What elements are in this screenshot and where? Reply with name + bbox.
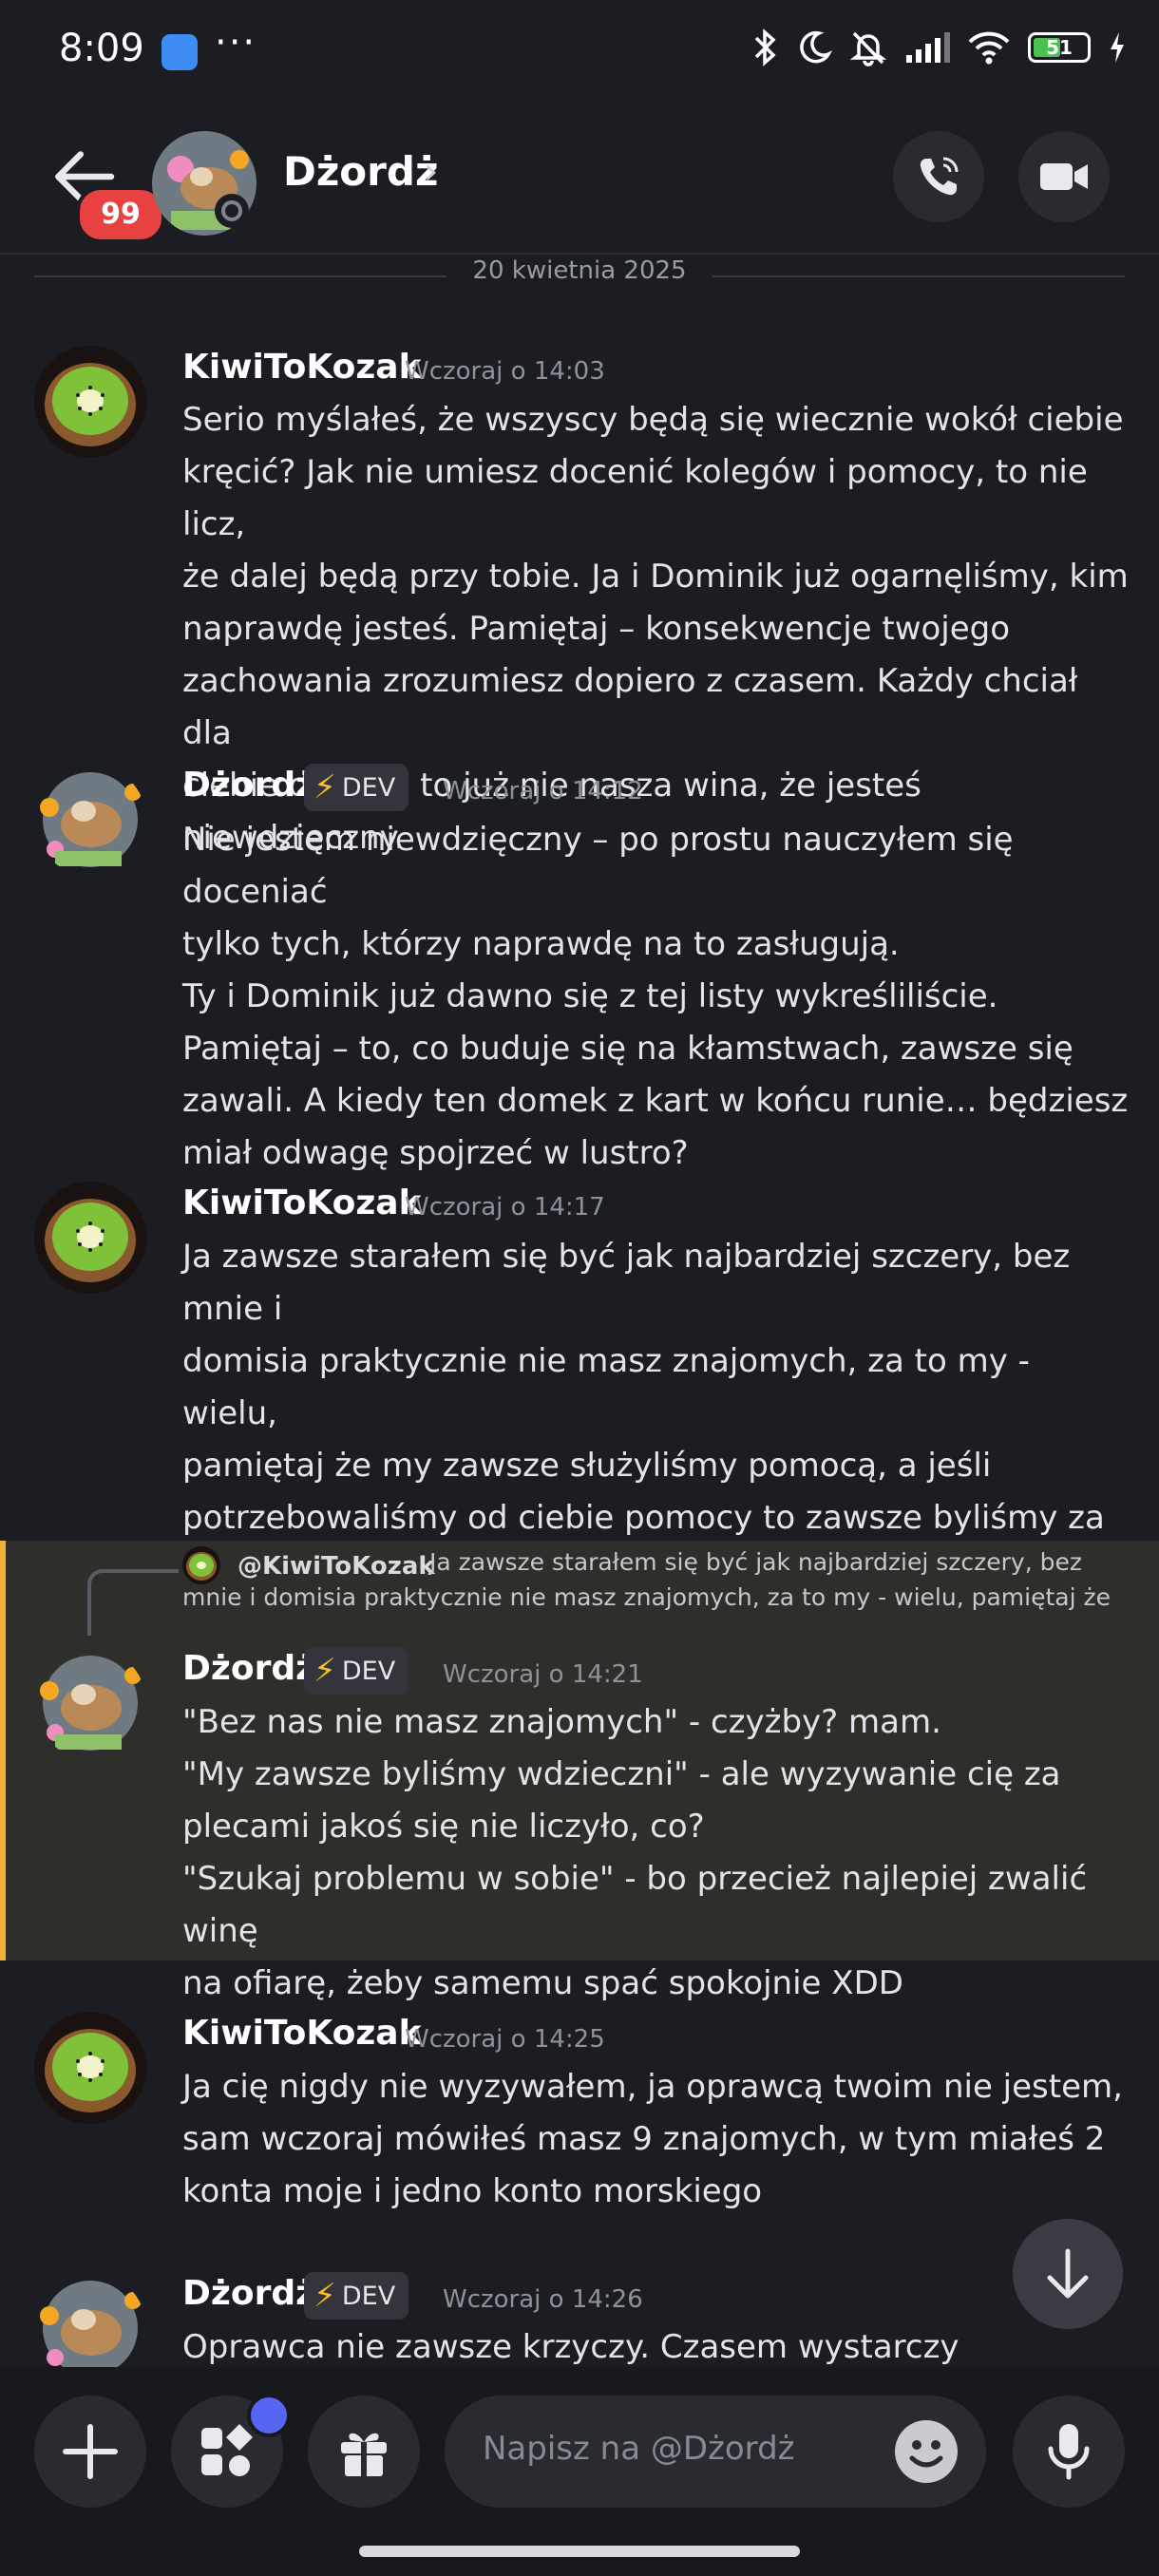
battery-icon: 51 (1028, 32, 1091, 63)
charging-icon (1111, 32, 1124, 63)
divider-line-left (34, 275, 452, 277)
apps-notification-dot (247, 2394, 291, 2437)
status-icons: 51 (750, 28, 1127, 66)
video-call-button[interactable] (1018, 131, 1110, 222)
phone-icon (920, 157, 959, 196)
dev-tag: ⚡ DEV (304, 764, 409, 811)
message-author[interactable]: Dżordż (182, 2274, 315, 2313)
dev-tag-label: DEV (341, 772, 396, 803)
unread-badge: 99 (76, 186, 165, 243)
gift-icon (341, 2433, 387, 2476)
kiwi-avatar[interactable] (34, 2012, 146, 2124)
message-author[interactable]: KiwiToKozak (182, 2014, 422, 2053)
jump-to-present-button[interactable] (1013, 2219, 1123, 2329)
video-camera-icon (1040, 163, 1088, 190)
add-attachment-button[interactable] (34, 2396, 146, 2508)
message-timestamp: Wczoraj o 14:21 (443, 1660, 643, 1689)
reply-connector (87, 1569, 179, 1636)
status-bar: 8:09 ··· 51 (0, 0, 1159, 104)
plus-icon (63, 2424, 118, 2479)
arrow-down-icon (1047, 2248, 1089, 2299)
date-divider: 20 kwietnia 2025 (446, 256, 712, 285)
message-input-placeholder: Napisz na @Dżordż (483, 2430, 795, 2468)
dev-tag: ⚡ DEV (304, 2272, 409, 2320)
presence-offline-icon (215, 194, 249, 228)
status-time: 8:09 (59, 27, 144, 70)
bluetooth-icon (754, 28, 776, 66)
gift-button[interactable] (308, 2396, 420, 2508)
message-timestamp: Wczoraj o 14:03 (405, 357, 605, 386)
dzordz-avatar[interactable] (34, 1647, 146, 1759)
home-indicator[interactable] (359, 2546, 800, 2557)
chevron-right-icon[interactable]: › (424, 150, 438, 192)
message-author[interactable]: KiwiToKozak (182, 1184, 422, 1222)
voice-message-button[interactable] (1013, 2396, 1125, 2508)
message-author[interactable]: KiwiToKozak (182, 348, 422, 387)
contact-name[interactable]: Dżordż (283, 148, 438, 195)
kiwi-avatar[interactable] (34, 1182, 146, 1294)
microphone-icon (1048, 2424, 1090, 2480)
dev-tag: ⚡ DEV (304, 1647, 409, 1695)
dev-tag-label: DEV (341, 1656, 396, 1686)
moon-icon (800, 30, 832, 64)
more-notifications-icon: ··· (215, 21, 257, 65)
message-timestamp: Wczoraj o 14:17 (405, 1193, 605, 1222)
app-notification-icon (162, 34, 198, 70)
mention-highlight-bar (0, 1541, 6, 1960)
message-timestamp: Wczoraj o 14:25 (405, 2025, 605, 2054)
message-author[interactable]: Dżordż (182, 1649, 315, 1688)
wifi-icon (968, 31, 1010, 65)
dzordz-avatar[interactable] (34, 2272, 146, 2367)
message-author[interactable]: Dżordż (182, 766, 315, 805)
divider-line-right (707, 275, 1125, 277)
voice-call-button[interactable] (893, 131, 984, 222)
message-text: "Bez nas nie masz znajomych" - czyżby? m… (182, 1703, 1088, 2002)
apps-icon (201, 2424, 253, 2476)
dzordz-avatar[interactable] (34, 764, 146, 876)
message-text: Nie jestem niewdzięczny – po prostu nauc… (182, 821, 1129, 1172)
message-text: Oprawca nie zawsze krzyczy. Czasem wysta… (182, 2328, 960, 2366)
dev-tag-label: DEV (341, 2281, 396, 2311)
message-text: Ja cię nigdy nie wyzywałem, ja oprawcą t… (182, 2068, 1123, 2210)
message-timestamp: Wczoraj o 14:26 (443, 2285, 643, 2314)
lightning-icon: ⚡ (314, 768, 336, 806)
kiwi-avatar[interactable] (34, 346, 146, 458)
bell-muted-icon (849, 31, 887, 66)
lightning-icon: ⚡ (314, 1652, 336, 1690)
battery-level: 51 (1046, 36, 1073, 59)
signal-icon (906, 32, 950, 63)
message-timestamp: Wczoraj o 14:12 (443, 777, 643, 805)
reply-preview[interactable]: Ja zawsze starałem się być jak najbardzi… (182, 1544, 1132, 1615)
emoji-icon[interactable] (895, 2420, 958, 2483)
lightning-icon: ⚡ (314, 2277, 336, 2315)
